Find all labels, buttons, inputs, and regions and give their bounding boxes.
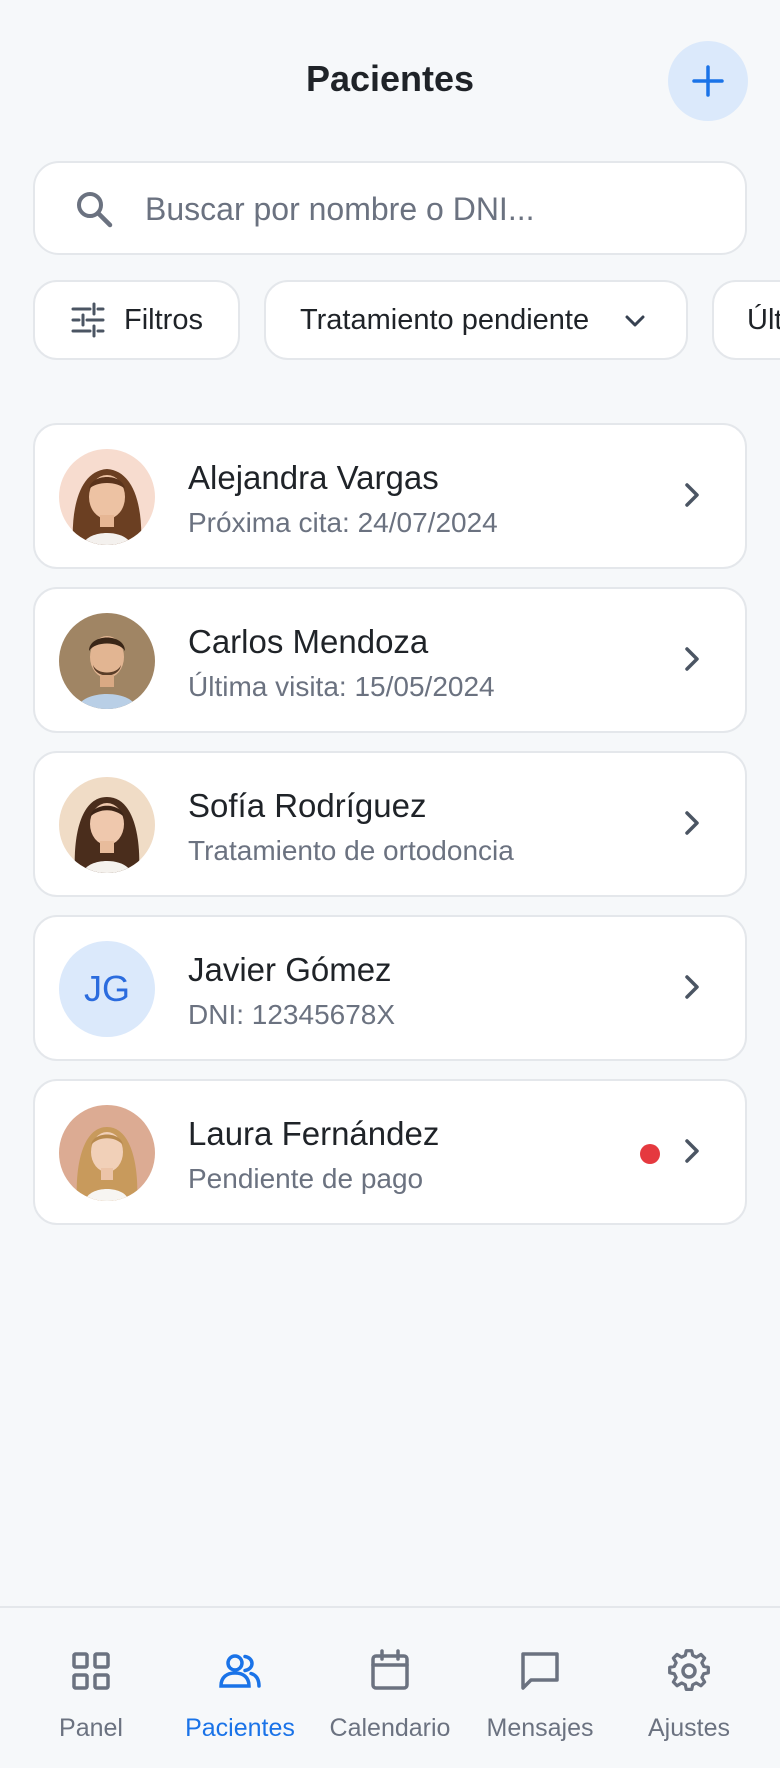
patient-name: Carlos Mendoza: [188, 623, 429, 660]
patient-name: Laura Fernández: [188, 1115, 440, 1152]
nav-calendario[interactable]: Calendario: [315, 1608, 465, 1768]
nav-ajustes[interactable]: Ajustes: [614, 1608, 764, 1768]
nav-mensajes[interactable]: Mensajes: [465, 1608, 615, 1768]
chevron-right-icon: [685, 811, 699, 835]
users-icon: [219, 1654, 261, 1688]
avatar: [59, 449, 155, 545]
patient-detail: Última visita: 15/05/2024: [188, 671, 495, 702]
avatar: [59, 777, 155, 873]
treatment-filter-dropdown[interactable]: Tratamiento pendiente: [264, 280, 688, 360]
last-visit-filter-label: Últ: [747, 303, 780, 336]
last-visit-filter[interactable]: Últ: [712, 280, 780, 360]
search-bar[interactable]: [33, 161, 747, 255]
filter-chips: Filtros Tratamiento pendiente Últ: [0, 280, 780, 360]
header: Pacientes: [0, 0, 780, 160]
message-icon: [521, 1652, 559, 1690]
add-patient-button[interactable]: [668, 41, 748, 121]
payment-alert-dot: [640, 1144, 660, 1164]
gear-icon: [668, 1649, 710, 1692]
patient-card[interactable]: Sofía Rodríguez Tratamiento de ortodonci…: [33, 751, 747, 897]
avatar: [59, 1105, 155, 1201]
filters-button[interactable]: Filtros: [33, 280, 240, 360]
patient-card[interactable]: Laura Fernández Pendiente de pago: [33, 1079, 747, 1225]
nav-label: Pacientes: [185, 1714, 295, 1742]
nav-label: Calendario: [329, 1714, 451, 1742]
plus-icon: [692, 65, 724, 97]
patient-detail: DNI: 12345678X: [188, 999, 396, 1030]
patient-detail: Próxima cita: 24/07/2024: [188, 507, 498, 538]
nav-pacientes[interactable]: Pacientes: [165, 1608, 315, 1768]
avatar: [59, 613, 155, 709]
search-input[interactable]: [145, 181, 725, 237]
search-icon: [77, 192, 113, 228]
nav-label: Ajustes: [648, 1714, 730, 1742]
patient-card[interactable]: Alejandra Vargas Próxima cita: 24/07/202…: [33, 423, 747, 569]
filters-label: Filtros: [124, 303, 203, 336]
avatar-initials: JG: [59, 941, 155, 1037]
patient-card[interactable]: JG Javier Gómez DNI: 12345678X: [33, 915, 747, 1061]
calendar-icon: [371, 1649, 409, 1690]
bottom-nav: Panel Pacientes Calendario Mensajes Ajus…: [0, 1606, 780, 1768]
patient-detail: Tratamiento de ortodoncia: [188, 835, 514, 866]
chevron-right-icon: [685, 647, 699, 671]
page-title: Pacientes: [305, 58, 475, 99]
app-screen: Pacientes Buscar por nombre o DNI... Fil…: [0, 0, 780, 1768]
nav-label: Mensajes: [486, 1714, 594, 1742]
patient-detail: Pendiente de pago: [188, 1163, 424, 1194]
patient-name: Javier Gómez: [188, 951, 392, 988]
patient-card[interactable]: Carlos Mendoza Última visita: 15/05/2024: [33, 587, 747, 733]
chevron-right-icon: [685, 975, 699, 999]
patient-name: Alejandra Vargas: [188, 459, 439, 496]
patient-name: Sofía Rodríguez: [188, 787, 427, 824]
chevron-right-icon: [685, 1139, 699, 1163]
grid-icon: [72, 1652, 110, 1690]
nav-label: Panel: [59, 1714, 123, 1742]
tune-icon: [71, 302, 105, 338]
chevron-right-icon: [685, 483, 699, 507]
chevron-down-icon: [625, 315, 645, 327]
treatment-filter-label: Tratamiento pendiente: [300, 303, 590, 336]
nav-panel[interactable]: Panel: [16, 1608, 166, 1768]
